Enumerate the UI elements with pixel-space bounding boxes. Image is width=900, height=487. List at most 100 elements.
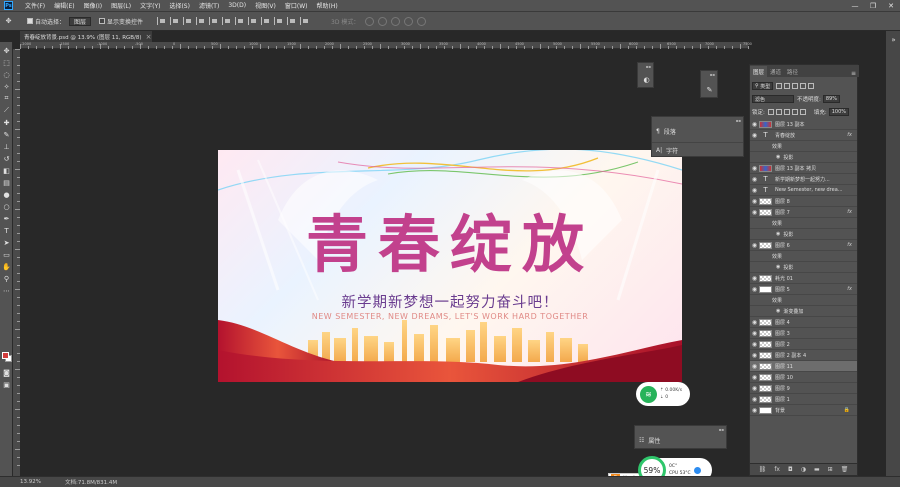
filter-pixel-icon[interactable] bbox=[776, 83, 783, 89]
clone-stamp-tool-icon[interactable]: ⊥ bbox=[2, 142, 11, 151]
layer-row[interactable]: ◉ 图层 7 fx bbox=[750, 207, 857, 218]
horizontal-ruler[interactable]: -2000 -1500 -1000 -500 0 500 1000 1500 2000 2500 3… bbox=[20, 42, 752, 49]
layer-fx-icon[interactable]: fx bbox=[847, 209, 852, 215]
align-top-icon[interactable] bbox=[157, 17, 166, 25]
layer-row[interactable]: ◉ 图层 10 bbox=[750, 372, 857, 383]
visibility-eye-icon[interactable]: ◉ bbox=[750, 407, 759, 414]
layer-row[interactable]: ◉ 图层 4 bbox=[750, 317, 857, 328]
magic-wand-tool-icon[interactable]: ✧ bbox=[2, 82, 11, 91]
blur-tool-icon[interactable]: ● bbox=[2, 190, 11, 199]
document-size[interactable]: 文档:71.8M/831.4M bbox=[65, 478, 117, 486]
minimize-button[interactable]: — bbox=[846, 0, 864, 11]
dodge-tool-icon[interactable]: ○ bbox=[2, 202, 11, 211]
align-hcenter-icon[interactable] bbox=[209, 17, 218, 25]
layer-row[interactable]: ◉ 图层 6 fx bbox=[750, 240, 857, 251]
menu-layer[interactable]: 图层(L) bbox=[111, 1, 131, 10]
menu-3d[interactable]: 3D(D) bbox=[228, 2, 246, 9]
layer-row[interactable]: ◉ 图层 11 bbox=[750, 361, 857, 372]
rectangle-tool-icon[interactable]: ▭ bbox=[2, 250, 11, 259]
layer-fx-icon[interactable]: fx bbox=[847, 286, 852, 292]
auto-select-dropdown[interactable]: 图层 bbox=[69, 16, 92, 26]
visibility-eye-icon[interactable]: ◉ bbox=[750, 209, 759, 216]
3d-orbit-icon[interactable] bbox=[365, 16, 375, 26]
type-tool-icon[interactable]: T bbox=[2, 226, 11, 235]
document-tab[interactable]: 青春绽放背景.psd @ 13.9% (图层 11, RGB/8) × bbox=[20, 31, 152, 42]
hand-tool-icon[interactable]: ✋ bbox=[2, 262, 11, 271]
layer-row[interactable]: ◉ 图层 13 副本 bbox=[750, 119, 857, 130]
lock-all-icon[interactable] bbox=[799, 109, 806, 115]
layer-effect-row[interactable]: ◉ 渐变叠加 bbox=[750, 306, 857, 317]
layer-row[interactable]: ◉ 背景 🔒 bbox=[750, 405, 857, 416]
fill-input[interactable]: 100% bbox=[828, 108, 850, 116]
healing-brush-tool-icon[interactable]: ✚ bbox=[2, 118, 11, 127]
distribute-right-icon[interactable] bbox=[300, 17, 309, 25]
opacity-input[interactable]: 89% bbox=[822, 95, 840, 103]
lock-artboard-icon[interactable] bbox=[791, 109, 798, 115]
quick-mask-icon[interactable]: ◙ bbox=[2, 368, 11, 377]
layer-row[interactable]: ◉ 图层 3 bbox=[750, 328, 857, 339]
align-right-icon[interactable] bbox=[222, 17, 231, 25]
effect-eye-icon[interactable]: ◉ bbox=[776, 231, 780, 237]
layer-row[interactable]: ◉ 图层 1 bbox=[750, 394, 857, 405]
move-tool-icon[interactable]: ✥ bbox=[4, 17, 13, 26]
visibility-eye-icon[interactable]: ◉ bbox=[750, 319, 759, 326]
lasso-tool-icon[interactable]: ◌ bbox=[2, 70, 11, 79]
paragraph-panel-tab[interactable]: ¶ 段落 bbox=[652, 123, 743, 139]
effect-eye-icon[interactable]: ◉ bbox=[776, 264, 780, 270]
distribute-bottom-icon[interactable] bbox=[261, 17, 270, 25]
crop-tool-icon[interactable]: ⌗ bbox=[2, 94, 11, 103]
visibility-eye-icon[interactable]: ◉ bbox=[750, 198, 759, 205]
panel-grip-icon[interactable]: ▪▪ bbox=[646, 64, 651, 69]
visibility-eye-icon[interactable]: ◉ bbox=[750, 374, 759, 381]
new-layer-icon[interactable]: ⊞ bbox=[828, 466, 833, 473]
menu-filter[interactable]: 滤镜(T) bbox=[199, 1, 219, 10]
layer-row[interactable]: ◉ 图层 2 副本 4 bbox=[750, 350, 857, 361]
tab-paths[interactable]: 路径 bbox=[784, 66, 801, 77]
collapse-panels-icon[interactable]: » bbox=[889, 35, 898, 44]
distribute-vcenter-icon[interactable] bbox=[248, 17, 257, 25]
menu-type[interactable]: 文字(Y) bbox=[140, 1, 160, 10]
visibility-eye-icon[interactable]: ◉ bbox=[750, 330, 759, 337]
align-left-icon[interactable] bbox=[196, 17, 205, 25]
maximize-button[interactable]: ❐ bbox=[864, 0, 882, 11]
layer-effect-row[interactable]: 效果 bbox=[750, 295, 857, 306]
distribute-top-icon[interactable] bbox=[235, 17, 244, 25]
menu-file[interactable]: 文件(F) bbox=[25, 1, 45, 10]
layer-effect-row[interactable]: ◉ 投影 bbox=[750, 262, 857, 273]
layer-effect-row[interactable]: 效果 bbox=[750, 141, 857, 152]
3d-pan-icon[interactable] bbox=[391, 16, 401, 26]
tab-layers[interactable]: 图层 bbox=[750, 66, 768, 77]
menu-select[interactable]: 选择(S) bbox=[169, 1, 190, 10]
show-transform-checkbox[interactable] bbox=[99, 18, 106, 24]
visibility-eye-icon[interactable]: ◉ bbox=[750, 275, 759, 282]
menu-image[interactable]: 图像(I) bbox=[84, 1, 102, 10]
visibility-eye-icon[interactable]: ◉ bbox=[750, 352, 759, 359]
filter-type-icon[interactable] bbox=[792, 83, 799, 89]
3d-slide-icon[interactable] bbox=[404, 16, 414, 26]
menu-window[interactable]: 窗口(W) bbox=[285, 1, 308, 10]
filter-smart-object-icon[interactable] bbox=[808, 83, 815, 89]
visibility-eye-icon[interactable]: ◉ bbox=[750, 385, 759, 392]
layer-row[interactable]: ◉ 图层 9 bbox=[750, 383, 857, 394]
distribute-hcenter-icon[interactable] bbox=[287, 17, 296, 25]
vertical-ruler[interactable] bbox=[13, 49, 20, 476]
folder-icon[interactable]: ▬ bbox=[814, 466, 820, 473]
layer-row[interactable]: ◉ 图层 2 bbox=[750, 339, 857, 350]
visibility-eye-icon[interactable]: ◉ bbox=[750, 286, 759, 293]
layer-effect-row[interactable]: ◉ 投影 bbox=[750, 152, 857, 163]
layer-effect-row[interactable]: 效果 bbox=[750, 218, 857, 229]
lock-transparent-icon[interactable] bbox=[767, 109, 774, 115]
visibility-eye-icon[interactable]: ◉ bbox=[750, 341, 759, 348]
visibility-eye-icon[interactable]: ◉ bbox=[750, 396, 759, 403]
panel-menu-icon[interactable]: ≡ bbox=[851, 70, 856, 77]
close-button[interactable]: ✕ bbox=[882, 0, 900, 11]
menu-view[interactable]: 视图(V) bbox=[255, 1, 276, 10]
layer-fx-icon[interactable]: fx bbox=[847, 132, 852, 138]
align-bottom-icon[interactable] bbox=[183, 17, 192, 25]
zoom-tool-icon[interactable]: ⚲ bbox=[2, 274, 11, 283]
history-brush-tool-icon[interactable]: ↺ bbox=[2, 154, 11, 163]
eyedropper-tool-icon[interactable]: ⟋ bbox=[2, 106, 11, 115]
foreground-color-swatch[interactable] bbox=[2, 352, 9, 359]
marquee-tool-icon[interactable]: ⬚ bbox=[2, 58, 11, 67]
layer-row[interactable]: ◉ T 青春绽放 fx bbox=[750, 130, 857, 141]
